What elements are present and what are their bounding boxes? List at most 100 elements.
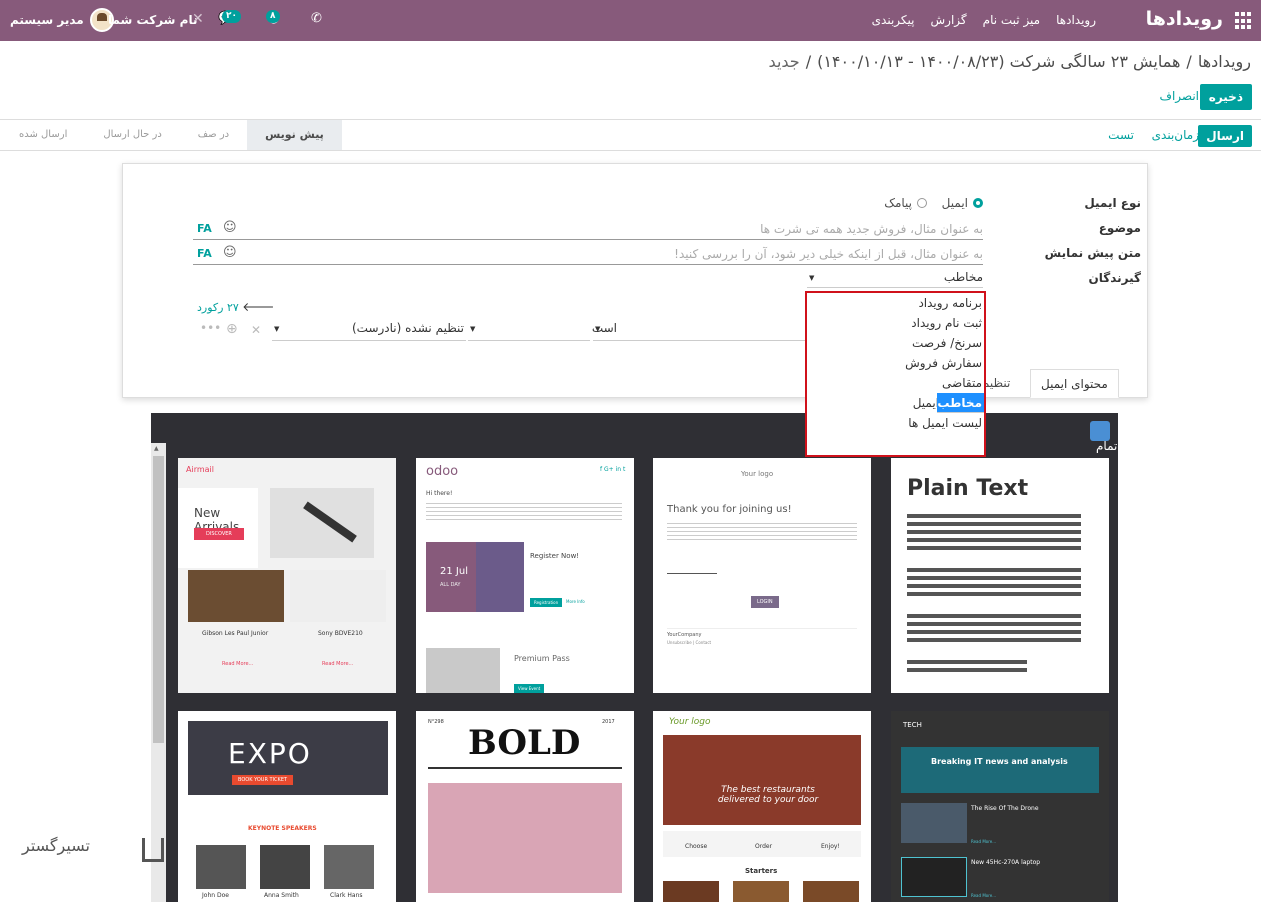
template-card-tech[interactable]: TECH Breaking IT news and analysis The R… [891,711,1109,902]
thanks-body-text [667,520,857,542]
app-title: رویدادها [1145,8,1223,30]
dish-image-1 [663,881,719,902]
radio-sms-label: پیامک [884,196,912,210]
filter-empty-select[interactable]: ▼ [468,321,590,341]
tech-article-2: New 45Hc-270A laptop [971,859,1041,866]
scrollbar-thumb[interactable] [153,456,164,743]
stage-bar: پیش نویس در صف در حال ارسال ارسال شده [1,120,342,150]
fullscreen-icon[interactable] [1090,421,1110,441]
records-link[interactable]: 🡐 ۲۷ رکورد [197,299,274,314]
dropdown-option[interactable]: ثبت نام رویداد [807,313,984,333]
tech-headline: Breaking IT news and analysis [931,757,1068,766]
more-options-icon[interactable]: ••• [200,321,221,335]
fullscreen-label: تمام [1096,439,1118,453]
thanks-title: Thank you for joining us! [667,504,792,515]
save-button[interactable]: ذخیره [1199,84,1252,110]
logo-mark-icon [142,838,164,862]
test-button[interactable]: تست [1108,128,1134,142]
template-card-odoo[interactable]: odoo f G+ in t Hi there! 21 Jul ALL DAY … [416,458,634,693]
bold-number: N°298 [428,719,444,725]
laptop-image [901,857,967,897]
bold-year: 2017 [602,719,615,725]
phone-icon[interactable]: ✆ [311,11,322,26]
tech-readmore-1: Read More... [971,839,997,844]
speaker-photo-3 [324,845,374,889]
dropdown-option[interactable]: برنامه رویداد [807,293,984,313]
menu-item-reporting[interactable]: گزارش [931,13,967,27]
template-card-restaurant[interactable]: Your logo The best restaurants delivered… [653,711,871,902]
arrow-left-icon: 🡐 [242,300,275,314]
radio-email[interactable]: ایمیل [942,196,983,210]
record-player-image [270,488,374,558]
airmail-product2: Sony BDVE210 [318,630,363,637]
recipients-select[interactable]: مخاطب ▼ [807,270,983,288]
breadcrumb-sep: / [805,52,812,71]
template-card-plaintext[interactable]: Plain Text [891,458,1109,693]
filter-value: تنظیم نشده (نادرست) [351,321,464,335]
menu-item-configuration[interactable]: پیکربندی [872,13,915,27]
plaintext-title: Plain Text [907,476,1029,501]
template-card-thankyou[interactable]: Your logo Thank you for joining us! LOGI… [653,458,871,693]
watermark-logo: تسیرگستر [22,832,164,868]
top-navbar: رویدادها رویدادها میز ثبت نام گزارش پیکر… [0,0,1261,41]
emoji-icon[interactable]: ☺ [223,220,237,235]
airmail-readmore2: Read More... [322,661,354,667]
main-menu: رویدادها میز ثبت نام گزارش پیکربندی [872,13,1096,27]
odoo-event-image [476,542,524,612]
dropdown-option[interactable]: لیست ایمیل ها [807,413,984,433]
radio-email-label: ایمیل [941,196,968,210]
template-card-airmail[interactable]: Airmail New Arrivals DISCOVER Gibson Les… [178,458,396,693]
user-menu[interactable]: مدیر سیستم [10,8,114,32]
radio-email-dot[interactable] [973,198,983,208]
odoo-intro-text [426,500,622,520]
tech-article-1: The Rise Of The Drone [971,805,1039,812]
language-button[interactable]: FA [197,222,212,235]
airmail-brand: Airmail [186,465,214,474]
breadcrumb-sep: / [1186,52,1192,71]
expo-section: KEYNOTE SPEAKERS [248,825,317,832]
dropdown-option[interactable]: متقاضی [807,373,984,393]
send-button[interactable]: ارسال [1198,125,1252,147]
delete-rule-icon[interactable]: ✕ [251,323,261,337]
dropdown-option-selected[interactable]: مخاطب [937,393,984,413]
emoji-icon[interactable]: ☺ [223,245,237,260]
filter-value-select[interactable]: تنظیم نشده (نادرست) ▼ [272,321,466,341]
add-rule-icon[interactable]: ⊕ [226,321,238,337]
schedule-button[interactable]: زمان‌بندی [1152,128,1199,142]
stage-sent: ارسال شده [19,129,68,140]
close-icon[interactable]: ✕ [192,11,204,27]
discard-button[interactable]: انصراف [1160,89,1199,103]
breadcrumb-event[interactable]: همایش ۲۳ سالگی شرکت (۱۴۰۰/۰۸/۲۳ - ۱۴۰۰/۱… [817,52,1180,71]
radio-sms[interactable]: پیامک [884,196,927,210]
apps-grid-icon[interactable] [1233,12,1251,30]
airmail-readmore1: Read More... [222,661,254,667]
tech-banner: Breaking IT news and analysis [901,747,1099,793]
step-1: Choose [685,843,708,850]
speaker-image [290,570,386,622]
language-button[interactable]: FA [197,247,212,260]
scroll-up-icon[interactable]: ▲ [154,445,159,452]
subject-input[interactable]: به عنوان مثال، فروش جدید همه تی شرت ها ☺… [193,220,983,240]
dropdown-option[interactable]: سرنخ/ فرصت [807,333,984,353]
dish-image-2 [733,881,789,902]
company-switcher[interactable]: نام شرکت شما [108,13,197,27]
form-sheet [122,163,1148,398]
tab-mail-body[interactable]: محتوای ایمیل [1030,369,1119,398]
mailing-type-label: نوع ایمیل [1084,196,1141,210]
menu-item-events[interactable]: رویدادها [1056,13,1096,27]
template-card-bold[interactable]: N°298 2017 BOLD [416,711,634,902]
airmail-banner: New Arrivals DISCOVER [178,488,258,568]
dish-image-3 [803,881,859,902]
dropdown-option[interactable]: سفارش فروش [807,353,984,373]
stage-in-queue: در صف [197,129,230,140]
speaker-name-2: Anna Smith [264,892,299,899]
airmail-product1: Gibson Les Paul Junior [202,630,269,637]
filter-operator-select[interactable]: است ▼ [592,321,807,341]
menu-item-registration-desk[interactable]: میز ثبت نام [983,13,1040,27]
subject-label: موضوع [1098,221,1141,235]
breadcrumb-root[interactable]: رویدادها [1198,52,1251,71]
radio-sms-dot[interactable] [917,198,927,208]
preview-text-input[interactable]: به عنوان مثال، قبل از اینکه خیلی دیر شود… [193,245,983,265]
template-card-expo[interactable]: EXPO BOOK YOUR TICKET KEYNOTE SPEAKERS J… [178,711,396,902]
odoo-greet: Hi there! [426,490,453,497]
